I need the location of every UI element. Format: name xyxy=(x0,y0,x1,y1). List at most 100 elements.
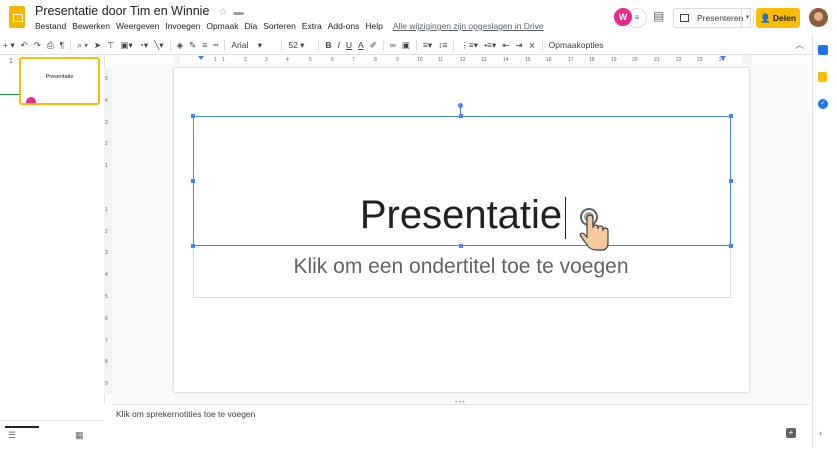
present-icon xyxy=(680,14,689,22)
ruler-tick: 8 xyxy=(374,57,377,63)
italic-button[interactable]: I xyxy=(334,40,342,50)
line-icon[interactable]: ╲▾ xyxy=(151,40,166,51)
print-icon[interactable]: ⎙ xyxy=(44,40,57,51)
align-icon[interactable]: ≡▾ xyxy=(420,40,435,51)
resize-handle[interactable] xyxy=(459,244,463,248)
highlight-icon[interactable]: ✐ xyxy=(367,40,380,51)
bulleted-list-icon[interactable]: •≡▾ xyxy=(481,40,499,51)
ruler-tick: 23 xyxy=(697,57,703,63)
doc-title[interactable]: Presentatie door Tim en Winnie ☆ ▬ xyxy=(35,4,244,18)
speaker-notes-placeholder[interactable]: Klik om sprekernotities toe te voegen xyxy=(116,409,255,419)
bold-button[interactable]: B xyxy=(322,40,334,50)
slides-logo-icon[interactable] xyxy=(9,6,25,28)
menu-help[interactable]: Help xyxy=(365,21,382,31)
vruler-tick: 3 xyxy=(105,250,108,256)
star-icon[interactable]: ☆ xyxy=(213,7,227,18)
ruler-tick: 9 xyxy=(396,57,399,63)
decrease-indent-icon[interactable]: ⇤ xyxy=(499,40,512,51)
toolbar: + ▾ ↶ ↷ ⎙ ¶ ⌕ ▾ ➤ ⊤ ▣▾ ◔▾ ╲▾ ◈ ✎ ≡ ┅ Ari… xyxy=(0,36,812,55)
menu-invoegen[interactable]: Invoegen xyxy=(165,21,200,31)
ruler-tick: 3 xyxy=(265,57,268,63)
resize-handle[interactable] xyxy=(191,179,195,183)
shape-icon[interactable]: ◔▾ xyxy=(136,40,151,51)
comment-add-icon[interactable]: ▣ xyxy=(399,40,413,51)
subtitle-placeholder[interactable]: Klik om een ondertitel toe te voegen xyxy=(193,255,729,279)
menu-bewerken[interactable]: Bewerken xyxy=(72,21,110,31)
vruler-tick: 5 xyxy=(105,76,108,82)
filmstrip-view-icon[interactable]: ☰ xyxy=(8,430,16,441)
paint-format-icon[interactable]: ¶ xyxy=(57,40,68,50)
text-caret xyxy=(565,197,566,239)
menu-bestand[interactable]: Bestand xyxy=(35,21,66,31)
vruler-tick: 5 xyxy=(105,294,108,300)
border-weight-icon[interactable]: ≡ xyxy=(199,40,210,50)
resize-handle[interactable] xyxy=(729,179,733,183)
clear-format-icon[interactable]: ⨯ xyxy=(526,40,539,51)
present-button[interactable]: Presenteren xyxy=(673,8,751,28)
zoom-icon[interactable]: ⌕ ▾ xyxy=(74,40,91,51)
divider xyxy=(453,39,455,51)
link-icon[interactable]: ∞ xyxy=(387,40,399,50)
ruler-tick: 4 xyxy=(286,57,289,63)
resize-handle[interactable] xyxy=(459,114,463,118)
resize-handle[interactable] xyxy=(729,244,733,248)
doc-title-text[interactable]: Presentatie door Tim en Winnie xyxy=(35,4,209,18)
line-spacing-icon[interactable]: ↕≡ xyxy=(435,40,450,50)
redo-icon[interactable]: ↷ xyxy=(31,40,44,51)
ruler-tick: 19 xyxy=(611,57,617,63)
vruler-tick: 2 xyxy=(105,229,108,235)
folder-icon[interactable]: ▬ xyxy=(231,7,244,18)
saved-status-link[interactable]: Alle wijzigingen zijn opgeslagen in Driv… xyxy=(393,21,544,31)
grid-view-icon[interactable]: ▦ xyxy=(75,430,84,441)
font-size-select[interactable]: 52 ▾ xyxy=(285,40,315,51)
vruler-tick: 6 xyxy=(105,316,108,322)
profile-avatar[interactable] xyxy=(809,8,828,27)
menu-extra[interactable]: Extra xyxy=(302,21,322,31)
vruler-tick: 2 xyxy=(105,141,108,147)
menu-bar: Bestand Bewerken Weergeven Invoegen Opma… xyxy=(35,21,544,31)
comment-icon[interactable]: ▤ xyxy=(653,9,664,23)
tasks-icon[interactable]: ✓ xyxy=(818,99,828,109)
image-icon[interactable]: ▣▾ xyxy=(117,40,135,51)
textbox-icon[interactable]: ⊤ xyxy=(104,40,117,51)
underline-button[interactable]: U xyxy=(343,40,355,50)
increase-indent-icon[interactable]: ⇥ xyxy=(512,40,525,51)
slide-number: 1 xyxy=(9,58,13,65)
menu-weergeven[interactable]: Weergeven xyxy=(116,21,159,31)
resize-handle[interactable] xyxy=(729,114,733,118)
rotate-handle[interactable] xyxy=(458,103,463,108)
calendar-icon[interactable] xyxy=(818,45,828,55)
menu-sorteren[interactable]: Sorteren xyxy=(263,21,296,31)
ruler-tick: 10 xyxy=(417,57,423,63)
new-slide-icon[interactable]: + ▾ xyxy=(0,40,18,51)
divider xyxy=(70,39,72,51)
expand-panel-icon[interactable]: › xyxy=(819,428,822,438)
vruler-tick: 8 xyxy=(105,359,108,365)
fill-color-icon[interactable]: ◈ xyxy=(174,40,187,51)
border-dash-icon[interactable]: ┅ xyxy=(210,40,221,51)
ruler-tick: 14 xyxy=(503,57,509,63)
slide-title[interactable]: Presentatie xyxy=(193,192,729,238)
menu-opmaak[interactable]: Opmaak xyxy=(206,21,238,31)
present-label: Presenteren xyxy=(697,13,744,23)
resize-handle[interactable] xyxy=(191,244,195,248)
share-button[interactable]: 👤 Delen xyxy=(756,8,800,28)
font-select[interactable]: Arial ▾ xyxy=(228,40,278,51)
collapse-toolbar-icon[interactable]: ︿ xyxy=(795,38,804,51)
text-color-button[interactable]: A xyxy=(355,40,367,50)
numbered-list-icon[interactable]: ⋮≡▾ xyxy=(457,40,481,51)
menu-add-ons[interactable]: Add-ons xyxy=(328,21,360,31)
ruler-tick: 20 xyxy=(632,57,638,63)
avatar[interactable]: W xyxy=(614,8,632,26)
format-options-button[interactable]: Opmaakopties xyxy=(546,40,607,50)
select-icon[interactable]: ➤ xyxy=(91,40,104,51)
explore-icon[interactable]: + xyxy=(786,428,796,438)
undo-icon[interactable]: ↶ xyxy=(18,40,31,51)
filmstrip-panel xyxy=(0,55,105,403)
keep-icon[interactable] xyxy=(818,72,827,82)
present-dropdown-button[interactable]: ▾ xyxy=(741,8,754,28)
menu-dia[interactable]: Dia xyxy=(244,21,257,31)
resize-handle[interactable] xyxy=(191,114,195,118)
vruler-ticks: 5 4 3 2 1 1 2 3 4 5 6 7 8 9 xyxy=(105,76,108,387)
border-color-icon[interactable]: ✎ xyxy=(186,40,199,51)
